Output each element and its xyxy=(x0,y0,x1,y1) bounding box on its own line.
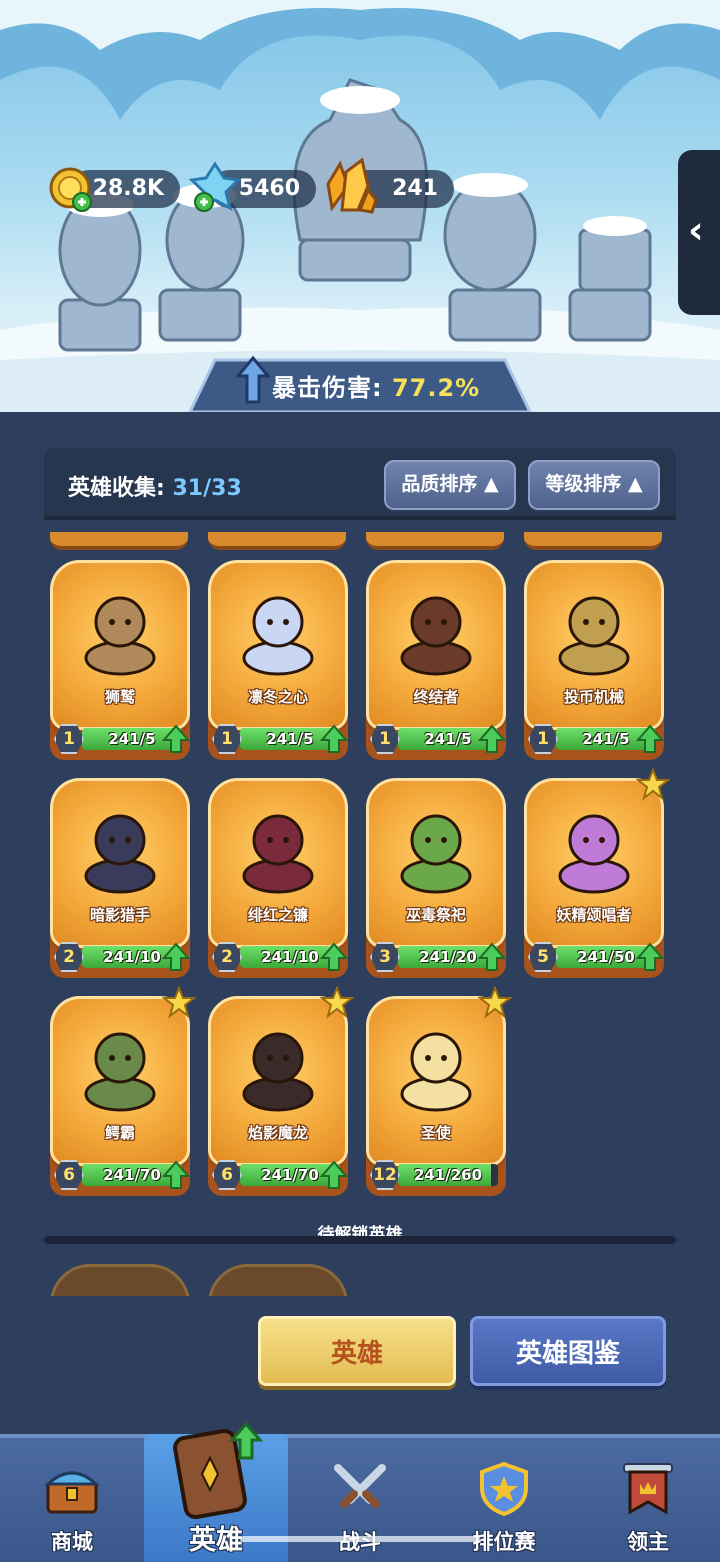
crystal-value: 5460 xyxy=(238,176,300,201)
star-icon xyxy=(320,986,354,1019)
bottom-nav: 商城 英雄 战斗 排位赛 领主 xyxy=(0,1421,720,1562)
nav-label: 领主 xyxy=(627,1530,669,1554)
hero-name: 凛冬之心 xyxy=(247,688,308,706)
hero-name: 鳄霸 xyxy=(104,1124,135,1142)
nav-shop[interactable]: 商城 xyxy=(0,1438,144,1562)
hero-portrait-icon xyxy=(558,814,630,894)
sort-quality-label: 品质排序 xyxy=(401,473,478,495)
hero-portrait-icon xyxy=(84,596,156,676)
nav-label: 商城 xyxy=(51,1530,93,1554)
shard-progress-bar: 241/260 xyxy=(398,1164,498,1186)
hero-portrait-icon xyxy=(242,814,314,894)
collection-header: 英雄收集: 31/33 品质排序 ▲ 等级排序 ▲ xyxy=(44,448,676,520)
upgrade-arrow-icon xyxy=(636,724,664,753)
ranking-shield-icon xyxy=(480,1461,528,1516)
hero-codex-button[interactable]: 英雄图鉴 xyxy=(470,1316,666,1386)
hero-card-peek xyxy=(524,532,662,550)
upgrade-arrow-icon xyxy=(636,942,664,971)
hero-card[interactable]: 凛冬之心 241/5 1 xyxy=(208,560,348,760)
hero-card[interactable]: 巫毒祭祀 241/20 3 xyxy=(366,778,506,978)
sort-by-level-button[interactable]: 等级排序 ▲ xyxy=(528,460,660,510)
banner-icon xyxy=(623,1463,673,1515)
amber-crystal-icon[interactable] xyxy=(322,156,380,216)
blue-crystal-icon[interactable] xyxy=(188,160,242,214)
hero-portrait-icon xyxy=(242,596,314,676)
gold-coin-icon[interactable] xyxy=(48,166,96,214)
upgrade-arrow-icon xyxy=(478,942,506,971)
crossed-swords-icon xyxy=(334,1464,386,1508)
amber-value: 241 xyxy=(392,176,438,201)
star-icon xyxy=(478,986,512,1019)
hero-name: 投币机械 xyxy=(563,688,624,706)
crit-damage-stat: 暴击伤害: 77.2% xyxy=(272,368,480,403)
hero-hall-scene: 28.8K 5460 241 ‹ 暴击伤害: 77.2% xyxy=(0,0,720,412)
hero-card[interactable]: 鳄霸 241/70 6 xyxy=(50,986,196,1196)
hero-card[interactable]: 焰影魔龙 241/70 6 xyxy=(208,986,354,1196)
hero-name: 暗影猎手 xyxy=(89,906,150,924)
locked-hero-card[interactable] xyxy=(208,1264,348,1296)
hero-card[interactable]: 暗影猎手 241/10 2 xyxy=(50,778,190,978)
upgrade-arrow-icon xyxy=(162,942,190,971)
hero-card-peek xyxy=(208,532,346,550)
hero-portrait-icon xyxy=(84,1032,156,1112)
triangle-up-icon: ▲ xyxy=(628,473,643,495)
hero-card[interactable]: 狮鹫 241/5 1 xyxy=(50,560,190,760)
hero-name: 焰影魔龙 xyxy=(247,1124,308,1142)
hero-name: 终结者 xyxy=(413,688,459,706)
locked-hero-card[interactable] xyxy=(50,1264,190,1296)
upgrade-arrow-icon xyxy=(478,724,506,753)
home-indicator xyxy=(240,1536,480,1542)
sort-level-label: 等级排序 xyxy=(545,473,622,495)
hero-name: 狮鹫 xyxy=(104,688,135,706)
upgrade-arrow-icon xyxy=(320,1160,348,1189)
hero-name: 巫毒祭祀 xyxy=(405,906,466,924)
side-drawer-tab[interactable]: ‹ xyxy=(678,150,720,315)
hero-list[interactable]: 狮鹫 241/5 1 凛冬之心 241/5 1 终结者 241/5 1 投币机械 241/5 1 暗影猎… xyxy=(44,520,676,1296)
collection-count: 31/33 xyxy=(172,476,242,501)
star-icon xyxy=(636,768,670,801)
upgrade-arrow-icon xyxy=(320,942,348,971)
hero-portrait-icon xyxy=(242,1032,314,1112)
collection-label: 英雄收集: xyxy=(68,476,165,501)
hero-name: 圣使 xyxy=(420,1124,451,1142)
triangle-up-icon: ▲ xyxy=(484,473,499,495)
upgrade-arrow-icon xyxy=(320,724,348,753)
star-icon xyxy=(162,986,196,1019)
hero-portrait-icon xyxy=(400,596,472,676)
nav-ranked[interactable]: 排位赛 xyxy=(432,1438,576,1562)
nav-heroes[interactable]: 英雄 xyxy=(144,1421,288,1562)
shard-progress-text: 241/260 xyxy=(413,1166,483,1184)
hero-card-peek xyxy=(366,532,504,550)
sort-by-quality-button[interactable]: 品质排序 ▲ xyxy=(384,460,516,510)
hero-card[interactable]: 终结者 241/5 1 xyxy=(366,560,506,760)
nav-battle[interactable]: 战斗 xyxy=(288,1438,432,1562)
gold-value: 28.8K xyxy=(92,176,164,201)
hero-card[interactable]: 投币机械 241/5 1 xyxy=(524,560,664,760)
upgrade-arrow-icon xyxy=(162,1160,190,1189)
chevron-left-icon: ‹ xyxy=(688,208,704,252)
hero-card[interactable]: 妖精颂唱者 241/50 5 xyxy=(524,768,670,978)
hero-card[interactable]: 绯红之镰 241/10 2 xyxy=(208,778,348,978)
hero-portrait-icon xyxy=(558,596,630,676)
hero-card-icon xyxy=(173,1421,264,1520)
hero-portrait-icon xyxy=(400,1032,472,1112)
up-arrow-icon xyxy=(236,356,270,404)
chest-icon xyxy=(44,1471,100,1514)
hero-tab-button[interactable]: 英雄 xyxy=(258,1316,456,1386)
nav-lord[interactable]: 领主 xyxy=(576,1438,720,1562)
hero-card[interactable]: 圣使 241/260 12 xyxy=(366,986,512,1196)
hero-name: 绯红之镰 xyxy=(247,906,308,924)
section-divider xyxy=(44,1236,676,1244)
hero-portrait-icon xyxy=(400,814,472,894)
crit-value: 77.2% xyxy=(391,374,481,402)
hero-portrait-icon xyxy=(84,814,156,894)
hero-card-peek xyxy=(50,532,188,550)
hero-name: 妖精颂唱者 xyxy=(556,906,632,924)
crit-label: 暴击伤害: xyxy=(272,374,383,402)
upgrade-arrow-icon xyxy=(162,724,190,753)
collection-title: 英雄收集: 31/33 xyxy=(68,470,242,502)
